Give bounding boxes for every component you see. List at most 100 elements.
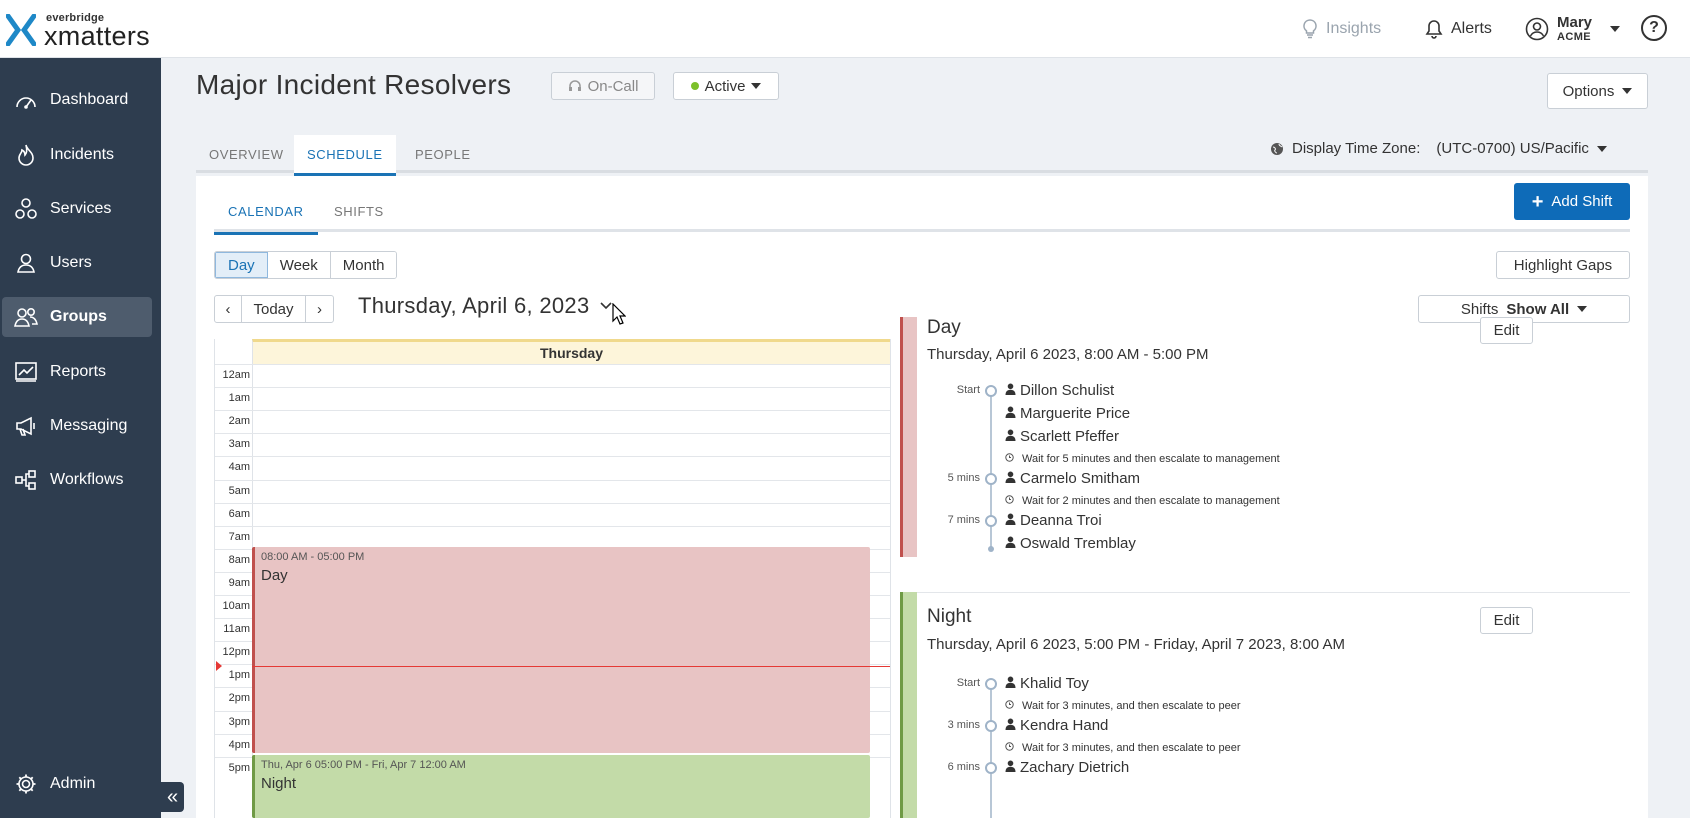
help-button[interactable]: ? [1641,15,1667,41]
flame-icon [6,143,46,167]
user-menu[interactable]: Mary ACME [1525,13,1621,43]
member-name: Deanna Troi [1020,512,1102,529]
escalation-wait-step: Wait for 3 minutes, and then escalate to… [900,738,1600,758]
chevron-down-icon [751,83,762,89]
chevron-down-icon [1577,306,1588,312]
calendar-shift-night[interactable]: Thu, Apr 6 05:00 PM - Fri, Apr 7 12:00 A… [252,755,870,818]
chevron-down-icon [1596,145,1607,152]
person-icon [1005,675,1016,692]
hour-cell[interactable] [252,457,890,481]
sidebar-item-label: Admin [50,775,96,792]
member-link[interactable]: Carmelo Smitham [1005,470,1140,487]
tab-overview[interactable]: OVERVIEW [196,135,297,173]
options-dropdown[interactable]: Options [1547,73,1648,109]
tab-schedule[interactable]: SCHEDULE [294,135,396,176]
shift-time: 08:00 AM - 05:00 PM [261,551,365,563]
hour-cell[interactable] [252,434,890,458]
member-link[interactable]: Zachary Dietrich [1005,759,1129,776]
member-link[interactable]: Scarlett Pfeffer [1005,428,1119,445]
wait-label: Wait for 3 minutes, and then escalate to… [1022,742,1241,754]
hour-label: 6am [228,507,250,520]
xmatters-logo[interactable]: everbridge xmatters [6,10,156,51]
hour-cell[interactable] [252,480,890,504]
add-shift-label: Add Shift [1551,193,1613,210]
sidebar-item-groups[interactable]: Groups [2,297,152,337]
hour-row: 3am [215,433,890,458]
logo-product: xmatters [44,21,150,51]
person-icon [1005,512,1016,529]
member-name: Khalid Toy [1020,675,1089,692]
view-month-button[interactable]: Month [330,252,397,278]
timezone-value: (UTC-0700) US/Pacific [1436,140,1589,157]
tab-shifts[interactable]: SHIFTS [320,190,398,232]
calendar-day-header: Thursday [252,339,890,364]
edit-shift-button[interactable]: Edit [1480,607,1533,634]
hour-cell[interactable] [252,365,890,389]
sidebar-item-messaging[interactable]: Messaging [2,406,152,446]
prev-day-button[interactable]: ‹ [215,296,242,322]
hour-cell[interactable] [252,388,890,412]
sidebar-item-label: Workflows [50,471,124,488]
hour-label: 10am [222,600,250,612]
sidebar-item-dashboard[interactable]: Dashboard [2,80,152,120]
page-title: Major Incident Resolvers [196,69,512,100]
sidebar-item-services[interactable]: Services [2,189,152,229]
lightbulb-icon [1303,19,1317,39]
person-icon [1005,470,1016,487]
member-link[interactable]: Marguerite Price [1005,405,1130,422]
wait-label: Wait for 3 minutes, and then escalate to… [1022,700,1241,712]
hour-cell[interactable] [252,411,890,435]
member-link[interactable]: Deanna Troi [1005,512,1102,529]
sidebar-item-incidents[interactable]: Incidents [2,135,152,175]
timeline-node-icon [985,473,997,485]
shifts-filter-value: Show All [1506,300,1570,318]
timezone-selector[interactable]: Display Time Zone: (UTC-0700) US/Pacific [1270,140,1607,157]
oncall-button[interactable]: On-Call [551,72,655,100]
today-button[interactable]: Today [242,296,306,322]
escalation-delay-label: 5 mins [947,472,980,484]
sidebar-item-reports[interactable]: Reports [2,352,152,392]
hour-row: 2am [215,410,890,435]
sidebar-item-workflows[interactable]: Workflows [2,460,152,500]
wait-label: Wait for 5 minutes and then escalate to … [1022,453,1280,465]
status-dropdown[interactable]: Active [673,72,779,100]
member-link[interactable]: Kendra Hand [1005,717,1108,734]
date-picker[interactable]: Thursday, April 6, 2023 [358,293,612,319]
timeline-end-icon [988,546,994,552]
hour-label: 5am [228,484,250,497]
edit-shift-button[interactable]: Edit [1480,317,1533,344]
sidebar-item-admin[interactable]: Admin [2,764,152,804]
view-day-button[interactable]: Day [215,252,268,278]
shift-name: Night [261,775,297,792]
member-link[interactable]: Khalid Toy [1005,675,1089,692]
escalation-member-row: 6 mins Zachary Dietrich [900,758,1600,778]
calendar-shift-day[interactable]: 08:00 AM - 05:00 PM Day [252,547,870,753]
sidebar-item-users[interactable]: Users [2,243,152,283]
date-navigation: ‹ Today › [214,295,334,323]
insights-link[interactable]: Insights [1302,15,1381,43]
member-link[interactable]: Dillon Schulist [1005,382,1114,399]
hour-cell[interactable] [252,503,890,528]
escalation-member-row: Scarlett Pfeffer [900,427,1600,447]
oncall-label: On-Call [587,77,639,95]
user-avatar-icon [1525,17,1549,41]
mouse-cursor-icon [612,303,626,325]
hour-row: 1am [215,387,890,412]
alerts-label: Alerts [1451,20,1492,37]
member-name: Dillon Schulist [1020,382,1115,399]
user-name: Mary [1557,13,1593,31]
member-link[interactable]: Oswald Tremblay [1005,535,1136,552]
next-day-button[interactable]: › [306,296,333,322]
tab-calendar[interactable]: CALENDAR [214,190,318,235]
add-shift-button[interactable]: + Add Shift [1514,183,1630,220]
schedule-panel: CALENDAR SHIFTS + Add Shift Day Week Mon… [196,176,1648,818]
alerts-link[interactable]: Alerts [1425,15,1492,43]
escalation-delay-label: 6 mins [947,761,980,773]
top-bar: everbridge xmatters Insights Alerts Mary… [0,0,1690,58]
collapse-sidebar-button[interactable]: « [161,782,184,812]
highlight-gaps-button[interactable]: Highlight Gaps [1496,251,1630,279]
tab-people[interactable]: PEOPLE [402,135,484,173]
view-week-button[interactable]: Week [267,252,331,278]
date-title: Thursday, April 6, 2023 [358,293,590,318]
wait-text: Wait for 2 minutes and then escalate to … [1005,495,1280,507]
